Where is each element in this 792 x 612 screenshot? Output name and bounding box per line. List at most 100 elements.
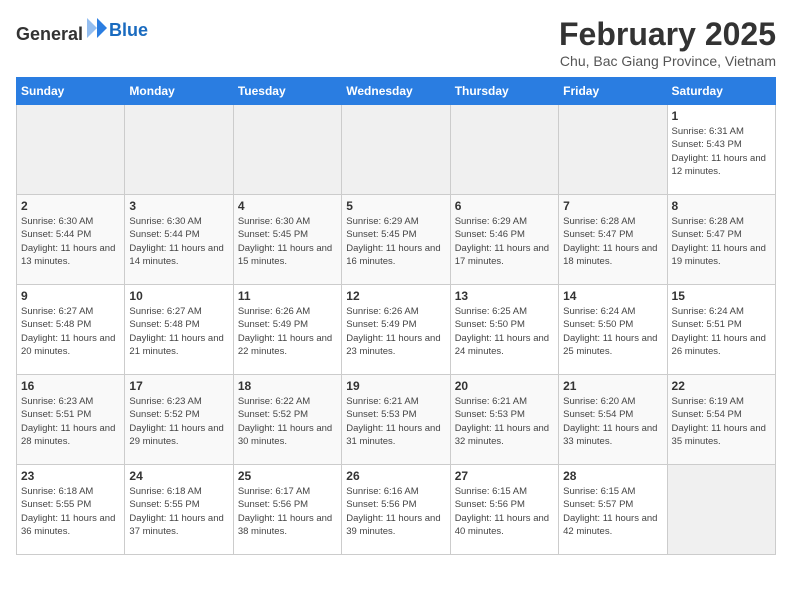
- day-number: 17: [129, 379, 228, 393]
- day-number: 28: [563, 469, 662, 483]
- day-number: 18: [238, 379, 337, 393]
- day-number: 25: [238, 469, 337, 483]
- logo: General Blue: [16, 16, 148, 45]
- calendar-cell: 10 Sunrise: 6:27 AM Sunset: 5:48 PM Dayli…: [125, 285, 233, 375]
- calendar-cell: 27 Sunrise: 6:15 AM Sunset: 5:56 PM Dayli…: [450, 465, 558, 555]
- calendar-table: SundayMondayTuesdayWednesdayThursdayFrid…: [16, 77, 776, 555]
- day-number: 11: [238, 289, 337, 303]
- calendar-cell: 21 Sunrise: 6:20 AM Sunset: 5:54 PM Dayli…: [559, 375, 667, 465]
- calendar-cell: 20 Sunrise: 6:21 AM Sunset: 5:53 PM Dayli…: [450, 375, 558, 465]
- calendar-cell: 9Sunrise: 6:27 AM Sunset: 5:48 PM Daylig…: [17, 285, 125, 375]
- calendar-cell: [667, 465, 775, 555]
- cell-info: Sunrise: 6:31 AM Sunset: 5:43 PM Dayligh…: [672, 125, 771, 178]
- header-day-friday: Friday: [559, 78, 667, 105]
- day-number: 12: [346, 289, 445, 303]
- cell-info: Sunrise: 6:17 AM Sunset: 5:56 PM Dayligh…: [238, 485, 337, 538]
- cell-info: Sunrise: 6:27 AM Sunset: 5:48 PM Dayligh…: [129, 305, 228, 358]
- calendar-cell: 18 Sunrise: 6:22 AM Sunset: 5:52 PM Dayli…: [233, 375, 341, 465]
- cell-info: Sunrise: 6:18 AM Sunset: 5:55 PM Dayligh…: [21, 485, 120, 538]
- calendar-cell: 23Sunrise: 6:18 AM Sunset: 5:55 PM Dayli…: [17, 465, 125, 555]
- cell-info: Sunrise: 6:19 AM Sunset: 5:54 PM Dayligh…: [672, 395, 771, 448]
- calendar-cell: 2 Sunrise: 6:30 AM Sunset: 5:44 PM Daylig…: [17, 195, 125, 285]
- cell-info: Sunrise: 6:30 AM Sunset: 5:44 PM Dayligh…: [129, 215, 228, 268]
- day-number: 5: [346, 199, 445, 213]
- cell-info: Sunrise: 6:24 AM Sunset: 5:50 PM Dayligh…: [563, 305, 662, 358]
- cell-info: Sunrise: 6:30 AM Sunset: 5:44 PM Dayligh…: [21, 215, 120, 268]
- day-number: 10: [129, 289, 228, 303]
- week-row-2: 2 Sunrise: 6:30 AM Sunset: 5:44 PM Daylig…: [17, 195, 776, 285]
- day-number: 13: [455, 289, 554, 303]
- calendar-cell: 16 Sunrise: 6:23 AM Sunset: 5:51 PM Dayli…: [17, 375, 125, 465]
- cell-info: Sunrise: 6:26 AM Sunset: 5:49 PM Dayligh…: [346, 305, 445, 358]
- calendar-cell: [233, 105, 341, 195]
- day-number: 15: [672, 289, 771, 303]
- cell-info: Sunrise: 6:29 AM Sunset: 5:46 PM Dayligh…: [455, 215, 554, 268]
- day-number: 27: [455, 469, 554, 483]
- header-day-saturday: Saturday: [667, 78, 775, 105]
- header-day-thursday: Thursday: [450, 78, 558, 105]
- calendar-cell: 5Sunrise: 6:29 AM Sunset: 5:45 PM Daylig…: [342, 195, 450, 285]
- day-number: 7: [563, 199, 662, 213]
- calendar-cell: 24 Sunrise: 6:18 AM Sunset: 5:55 PM Dayli…: [125, 465, 233, 555]
- day-number: 20: [455, 379, 554, 393]
- cell-info: Sunrise: 6:21 AM Sunset: 5:53 PM Dayligh…: [346, 395, 445, 448]
- day-number: 9: [21, 289, 120, 303]
- calendar-cell: [17, 105, 125, 195]
- day-number: 8: [672, 199, 771, 213]
- calendar-cell: [450, 105, 558, 195]
- calendar-cell: [559, 105, 667, 195]
- calendar-cell: 14 Sunrise: 6:24 AM Sunset: 5:50 PM Dayli…: [559, 285, 667, 375]
- cell-info: Sunrise: 6:26 AM Sunset: 5:49 PM Dayligh…: [238, 305, 337, 358]
- day-number: 22: [672, 379, 771, 393]
- day-number: 3: [129, 199, 228, 213]
- calendar-cell: [342, 105, 450, 195]
- cell-info: Sunrise: 6:24 AM Sunset: 5:51 PM Dayligh…: [672, 305, 771, 358]
- calendar-cell: 12 Sunrise: 6:26 AM Sunset: 5:49 PM Dayli…: [342, 285, 450, 375]
- day-number: 16: [21, 379, 120, 393]
- cell-info: Sunrise: 6:25 AM Sunset: 5:50 PM Dayligh…: [455, 305, 554, 358]
- calendar-cell: 13 Sunrise: 6:25 AM Sunset: 5:50 PM Dayli…: [450, 285, 558, 375]
- calendar-cell: 17Sunrise: 6:23 AM Sunset: 5:52 PM Dayli…: [125, 375, 233, 465]
- cell-info: Sunrise: 6:30 AM Sunset: 5:45 PM Dayligh…: [238, 215, 337, 268]
- cell-info: Sunrise: 6:28 AM Sunset: 5:47 PM Dayligh…: [563, 215, 662, 268]
- calendar-cell: 25 Sunrise: 6:17 AM Sunset: 5:56 PM Dayli…: [233, 465, 341, 555]
- calendar-title: February 2025: [559, 16, 776, 53]
- calendar-cell: 22 Sunrise: 6:19 AM Sunset: 5:54 PM Dayli…: [667, 375, 775, 465]
- calendar-cell: 3 Sunrise: 6:30 AM Sunset: 5:44 PM Daylig…: [125, 195, 233, 285]
- page-header: General Blue February 2025 Chu, Bac Gian…: [16, 16, 776, 69]
- cell-info: Sunrise: 6:28 AM Sunset: 5:47 PM Dayligh…: [672, 215, 771, 268]
- calendar-cell: 1 Sunrise: 6:31 AM Sunset: 5:43 PM Daylig…: [667, 105, 775, 195]
- day-number: 1: [672, 109, 771, 123]
- logo-blue: Blue: [109, 20, 148, 41]
- day-number: 26: [346, 469, 445, 483]
- calendar-cell: 11 Sunrise: 6:26 AM Sunset: 5:49 PM Dayli…: [233, 285, 341, 375]
- calendar-cell: 28 Sunrise: 6:15 AM Sunset: 5:57 PM Dayli…: [559, 465, 667, 555]
- calendar-cell: 26Sunrise: 6:16 AM Sunset: 5:56 PM Dayli…: [342, 465, 450, 555]
- cell-info: Sunrise: 6:18 AM Sunset: 5:55 PM Dayligh…: [129, 485, 228, 538]
- calendar-subtitle: Chu, Bac Giang Province, Vietnam: [559, 53, 776, 69]
- cell-info: Sunrise: 6:15 AM Sunset: 5:56 PM Dayligh…: [455, 485, 554, 538]
- week-row-3: 9 Sunrise: 6:27 AM Sunset: 5:48 PM Daylig…: [17, 285, 776, 375]
- title-block: February 2025 Chu, Bac Giang Province, V…: [559, 16, 776, 69]
- day-number: 14: [563, 289, 662, 303]
- week-row-1: 1 Sunrise: 6:31 AM Sunset: 5:43 PM Daylig…: [17, 105, 776, 195]
- header-day-monday: Monday: [125, 78, 233, 105]
- calendar-cell: [125, 105, 233, 195]
- day-number: 24: [129, 469, 228, 483]
- cell-info: Sunrise: 6:20 AM Sunset: 5:54 PM Dayligh…: [563, 395, 662, 448]
- calendar-cell: 8 Sunrise: 6:28 AM Sunset: 5:47 PM Daylig…: [667, 195, 775, 285]
- calendar-cell: 4Sunrise: 6:30 AM Sunset: 5:45 PM Daylig…: [233, 195, 341, 285]
- day-number: 2: [21, 199, 120, 213]
- day-number: 19: [346, 379, 445, 393]
- header-row: SundayMondayTuesdayWednesdayThursdayFrid…: [17, 78, 776, 105]
- cell-info: Sunrise: 6:23 AM Sunset: 5:51 PM Dayligh…: [21, 395, 120, 448]
- header-day-wednesday: Wednesday: [342, 78, 450, 105]
- cell-info: Sunrise: 6:22 AM Sunset: 5:52 PM Dayligh…: [238, 395, 337, 448]
- logo-icon: [85, 16, 109, 40]
- header-day-tuesday: Tuesday: [233, 78, 341, 105]
- cell-info: Sunrise: 6:21 AM Sunset: 5:53 PM Dayligh…: [455, 395, 554, 448]
- cell-info: Sunrise: 6:15 AM Sunset: 5:57 PM Dayligh…: [563, 485, 662, 538]
- calendar-cell: 7 Sunrise: 6:28 AM Sunset: 5:47 PM Daylig…: [559, 195, 667, 285]
- day-number: 21: [563, 379, 662, 393]
- calendar-cell: 6Sunrise: 6:29 AM Sunset: 5:46 PM Daylig…: [450, 195, 558, 285]
